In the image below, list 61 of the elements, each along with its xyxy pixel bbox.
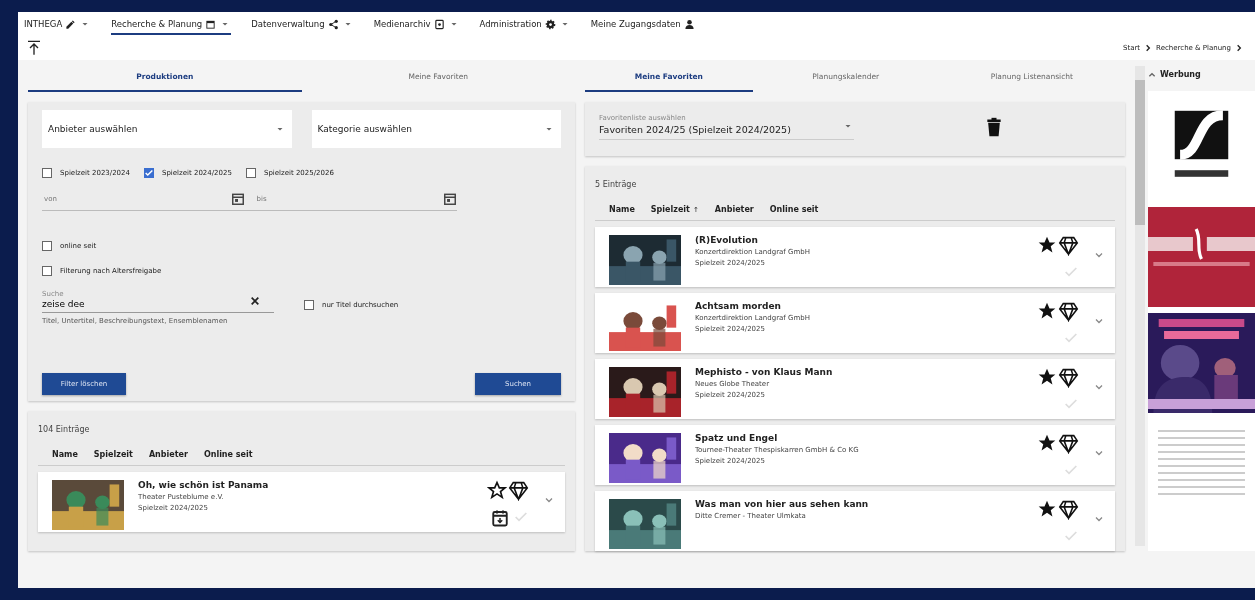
checkbox[interactable]	[143, 168, 154, 178]
section-title: Werbung	[1160, 70, 1201, 79]
column-header[interactable]: Online seit	[769, 205, 819, 214]
column-header[interactable]: Online seit	[203, 450, 253, 459]
collapse-icon[interactable]	[1148, 70, 1156, 79]
scroll-to-top-icon[interactable]	[26, 39, 42, 57]
column-header[interactable]: Name	[609, 205, 635, 214]
column-header[interactable]: Name	[52, 450, 78, 459]
diamond-icon[interactable]	[1058, 499, 1079, 520]
production-title[interactable]: (R)Evolution	[695, 235, 1037, 245]
calendar-add-icon[interactable]	[491, 509, 509, 527]
nav-menu-item[interactable]: Recherche & Planung	[111, 15, 232, 35]
chevron-right-icon	[1144, 44, 1153, 52]
close-icon[interactable]	[250, 296, 260, 306]
column-header[interactable]: Anbieter	[148, 450, 188, 459]
user-icon	[683, 18, 695, 30]
calendar-icon[interactable]	[230, 192, 245, 206]
column-header[interactable]: Spielzeit	[93, 450, 133, 459]
scrollbar-thumb[interactable]	[1135, 80, 1145, 225]
settings-icon	[544, 18, 556, 30]
calendar-icon[interactable]	[443, 192, 457, 206]
diamond-icon[interactable]	[1058, 367, 1079, 388]
delete-icon[interactable]	[984, 115, 1004, 139]
nav-menu-item[interactable]: Medienarchiv	[373, 15, 460, 35]
star-icon[interactable]	[1037, 301, 1057, 321]
production-title[interactable]: Achtsam morden	[695, 301, 1037, 311]
nav-menu-item[interactable]: Administration	[479, 15, 571, 35]
production-title[interactable]: Was man von hier aus sehen kann	[695, 499, 1037, 509]
nav-menu-item[interactable]: INTHEGA	[24, 15, 92, 35]
nav-menu-item[interactable]: Meine Zugangsdaten	[590, 15, 695, 35]
check-icon	[143, 168, 154, 178]
edit-icon	[65, 18, 77, 30]
diamond-icon[interactable]	[1058, 235, 1079, 256]
star-icon[interactable]	[1037, 367, 1057, 387]
dropdown-field[interactable]: Anbieter auswählen	[42, 110, 292, 148]
column-header[interactable]: Anbieter	[714, 205, 754, 214]
diamond-icon[interactable]	[1058, 433, 1079, 454]
dropdown-field[interactable]: Kategorie auswählen	[311, 110, 561, 148]
calendar-icon	[205, 18, 217, 30]
scrollbar[interactable]	[1135, 66, 1145, 546]
star-outline-icon[interactable]	[487, 480, 507, 500]
diamond-icon[interactable]	[508, 480, 529, 501]
checkbox[interactable]	[42, 266, 52, 276]
chevron-right-icon	[1235, 44, 1243, 52]
star-icon[interactable]	[1037, 235, 1057, 255]
production-title[interactable]: Spatz und Engel	[695, 433, 1037, 443]
nav-menu-item[interactable]: Datenverwaltung	[251, 15, 354, 35]
production-title[interactable]: Oh, wie schön ist Panama	[138, 480, 487, 490]
checkbox[interactable]	[42, 241, 52, 251]
checkbox[interactable]	[42, 168, 52, 178]
checkbox[interactable]	[304, 300, 314, 310]
star-icon[interactable]	[1037, 433, 1057, 453]
share-icon	[327, 18, 339, 30]
star-icon[interactable]	[1037, 499, 1057, 519]
search-field[interactable]: zeise dee	[42, 298, 274, 313]
diamond-icon[interactable]	[1058, 301, 1079, 322]
production-title[interactable]: Mephisto - von Klaus Mann	[695, 367, 1037, 377]
entry-count: 5 Einträge	[595, 180, 638, 189]
dropdown-field[interactable]: Favoriten 2024/25 (Spielzeit 2024/2025)	[599, 124, 854, 135]
entry-count: 104 Einträge	[38, 425, 91, 434]
checkbox[interactable]	[245, 168, 256, 178]
